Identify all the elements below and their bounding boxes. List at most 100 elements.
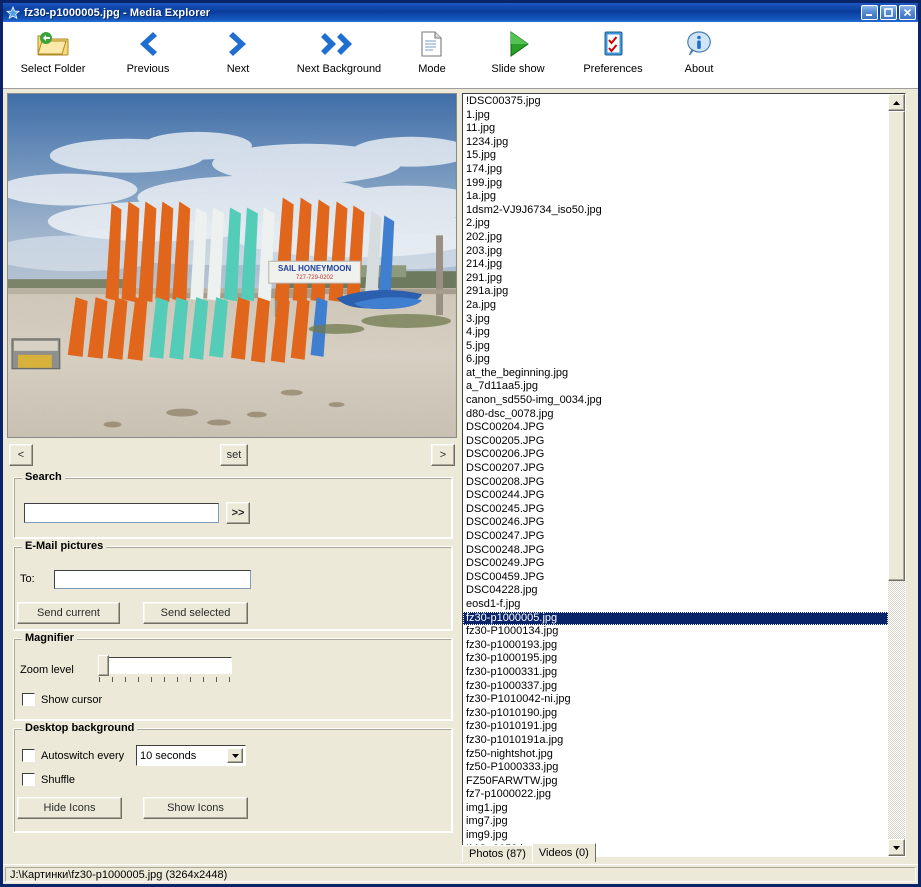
shuffle-checkbox[interactable] <box>22 773 35 786</box>
scrollbar-thumb[interactable] <box>888 111 905 581</box>
toolbar-button-previous[interactable]: Previous <box>103 26 193 75</box>
toolbar-button-mode[interactable]: Mode <box>395 26 469 75</box>
file-list-item[interactable]: DSC00459.JPG <box>463 571 888 585</box>
hide-icons-button[interactable]: Hide Icons <box>17 797 122 819</box>
tab-videos[interactable]: Videos (0) <box>531 843 596 862</box>
file-list-item[interactable]: fz30-p1010191.jpg <box>463 720 888 734</box>
slider-track <box>98 657 232 674</box>
file-list-item[interactable]: 11.jpg <box>463 122 888 136</box>
file-list-item[interactable]: 15.jpg <box>463 149 888 163</box>
file-list-item[interactable]: fz30-P1000134.jpg <box>463 625 888 639</box>
file-list-item[interactable]: fz30-P1010042-ni.jpg <box>463 693 888 707</box>
chevron-down-icon[interactable] <box>227 748 243 763</box>
file-list-item[interactable]: eosd1-f.jpg <box>463 598 888 612</box>
file-list-item[interactable]: 174.jpg <box>463 163 888 177</box>
file-list-item[interactable]: 214.jpg <box>463 258 888 272</box>
file-list-item[interactable]: fz30-p1000331.jpg <box>463 666 888 680</box>
close-button[interactable] <box>899 5 916 20</box>
file-list-item[interactable]: DSC00204.JPG <box>463 421 888 435</box>
file-list-item[interactable]: fz50-nightshot.jpg <box>463 748 888 762</box>
file-list-item[interactable]: fz30-p1000193.jpg <box>463 639 888 653</box>
file-list-item[interactable]: canon_sd550-img_0034.jpg <box>463 394 888 408</box>
slider-thumb[interactable] <box>98 655 109 676</box>
file-list-item[interactable]: FZ50FARWTW.jpg <box>463 775 888 789</box>
file-list-item[interactable]: 202.jpg <box>463 231 888 245</box>
file-list-item[interactable]: a_7d11aa5.jpg <box>463 380 888 394</box>
file-list-item[interactable]: 1234.jpg <box>463 136 888 150</box>
toolbar-button-slide-show[interactable]: Slide show <box>469 26 567 75</box>
file-list-item[interactable]: fz30-p1000005.jpg <box>463 611 888 626</box>
autoswitch-checkbox[interactable] <box>22 749 35 762</box>
file-list-item[interactable]: img9.jpg <box>463 829 888 843</box>
toolbar-button-next[interactable]: Next <box>193 26 283 75</box>
zoom-level-slider[interactable] <box>98 655 232 691</box>
shuffle-label: Shuffle <box>41 773 76 786</box>
file-list-item[interactable]: 203.jpg <box>463 245 888 259</box>
maximize-button[interactable] <box>880 5 897 20</box>
next-image-button[interactable]: > <box>431 444 455 466</box>
file-list-item[interactable]: fz50-P1000333.jpg <box>463 761 888 775</box>
file-list-item[interactable]: 6.jpg <box>463 353 888 367</box>
file-list-item[interactable]: DSC00247.JPG <box>463 530 888 544</box>
file-list-item[interactable]: !DSC00375.jpg <box>463 95 888 109</box>
info-icon <box>684 28 714 60</box>
file-list-item[interactable]: DSC00249.JPG <box>463 557 888 571</box>
file-list-item[interactable]: DSC00207.JPG <box>463 462 888 476</box>
file-list-scrollbar[interactable] <box>888 94 905 856</box>
magnifier-group-title: Magnifier <box>22 632 77 644</box>
send-current-button[interactable]: Send current <box>17 602 120 624</box>
file-list-item[interactable]: DSC00248.JPG <box>463 544 888 558</box>
file-list-item[interactable]: img1.jpg <box>463 802 888 816</box>
file-list-item[interactable]: img7.jpg <box>463 815 888 829</box>
file-list-item[interactable]: 291.jpg <box>463 272 888 286</box>
show-cursor-checkbox[interactable] <box>22 693 35 706</box>
file-list-items[interactable]: !DSC00375.jpg 1.jpg 11.jpg 1234.jpg 15.jpg 17… <box>463 94 888 856</box>
toolbar-button-next-background[interactable]: Next Background <box>283 26 395 75</box>
file-list-item[interactable]: DSC04228.jpg <box>463 584 888 598</box>
scroll-up-button[interactable] <box>888 94 905 111</box>
send-selected-button[interactable]: Send selected <box>143 602 248 624</box>
file-list-item[interactable]: at_the_beginning.jpg <box>463 367 888 381</box>
file-list-item[interactable]: d80-dsc_0078.jpg <box>463 408 888 422</box>
file-list-item[interactable]: 4.jpg <box>463 326 888 340</box>
file-list[interactable]: !DSC00375.jpg 1.jpg 11.jpg 1234.jpg 15.jpg 17… <box>462 93 906 857</box>
toolbar-button-about[interactable]: About <box>659 26 739 75</box>
autoswitch-interval-select[interactable]: 10 seconds <box>136 745 246 766</box>
file-list-item[interactable]: 1a.jpg <box>463 190 888 204</box>
file-list-item[interactable]: DSC00205.JPG <box>463 435 888 449</box>
file-list-item[interactable]: 2a.jpg <box>463 299 888 313</box>
file-list-item[interactable]: DSC00246.JPG <box>463 516 888 530</box>
file-list-item[interactable]: 199.jpg <box>463 177 888 191</box>
file-list-item[interactable]: 1.jpg <box>463 109 888 123</box>
file-list-item[interactable]: 291a.jpg <box>463 285 888 299</box>
file-list-item[interactable]: fz30-p1010190.jpg <box>463 707 888 721</box>
show-cursor-checkbox-row[interactable]: Show cursor <box>22 693 102 706</box>
file-list-item[interactable]: 1dsm2-VJ9J6734_iso50.jpg <box>463 204 888 218</box>
file-list-item[interactable]: fz30-p1000337.jpg <box>463 680 888 694</box>
double-chevron-right-icon <box>319 28 359 60</box>
toolbar-button-select-folder[interactable]: Select Folder <box>3 26 103 75</box>
file-list-item[interactable]: DSC00244.JPG <box>463 489 888 503</box>
search-input[interactable] <box>24 503 219 523</box>
show-icons-button[interactable]: Show Icons <box>143 797 248 819</box>
file-list-item[interactable]: DSC00245.JPG <box>463 503 888 517</box>
tab-photos[interactable]: Photos (87) <box>462 845 533 862</box>
file-list-item[interactable]: 5.jpg <box>463 340 888 354</box>
shuffle-checkbox-row[interactable]: Shuffle <box>22 773 75 786</box>
autoswitch-checkbox-row[interactable]: Autoswitch every <box>22 749 124 762</box>
file-list-item[interactable]: 2.jpg <box>463 217 888 231</box>
star-icon <box>5 5 21 20</box>
previous-image-button[interactable]: < <box>9 444 33 466</box>
file-list-item[interactable]: DSC00206.JPG <box>463 448 888 462</box>
file-list-item[interactable]: fz30-p1010191a.jpg <box>463 734 888 748</box>
file-list-item[interactable]: fz30-p1000195.jpg <box>463 652 888 666</box>
image-viewer[interactable]: SAIL HONEYMOON 727-729-0202 <box>7 93 457 438</box>
minimize-button[interactable] <box>861 5 878 20</box>
file-list-item[interactable]: DSC00208.JPG <box>463 476 888 490</box>
file-list-item[interactable]: fz7-p1000022.jpg <box>463 788 888 802</box>
email-to-input[interactable] <box>54 570 251 589</box>
toolbar-button-preferences[interactable]: Preferences <box>567 26 659 75</box>
set-wallpaper-button[interactable]: set <box>220 444 248 466</box>
file-list-item[interactable]: 3.jpg <box>463 313 888 327</box>
search-submit-button[interactable]: >> <box>226 502 250 524</box>
